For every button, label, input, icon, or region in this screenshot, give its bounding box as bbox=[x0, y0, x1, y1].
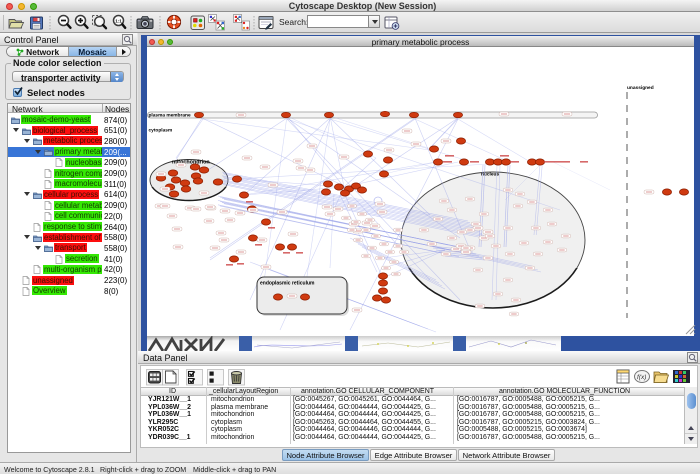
svg-text:cytoplasm: cytoplasm bbox=[149, 128, 173, 134]
svg-text:endoplasmic reticulum: endoplasmic reticulum bbox=[260, 281, 315, 287]
svg-text:1:1: 1:1 bbox=[115, 19, 122, 24]
svg-text:unassigned: unassigned bbox=[627, 85, 654, 91]
svg-text:plasma membrane: plasma membrane bbox=[149, 113, 191, 119]
svg-text:f(x): f(x) bbox=[637, 374, 646, 381]
